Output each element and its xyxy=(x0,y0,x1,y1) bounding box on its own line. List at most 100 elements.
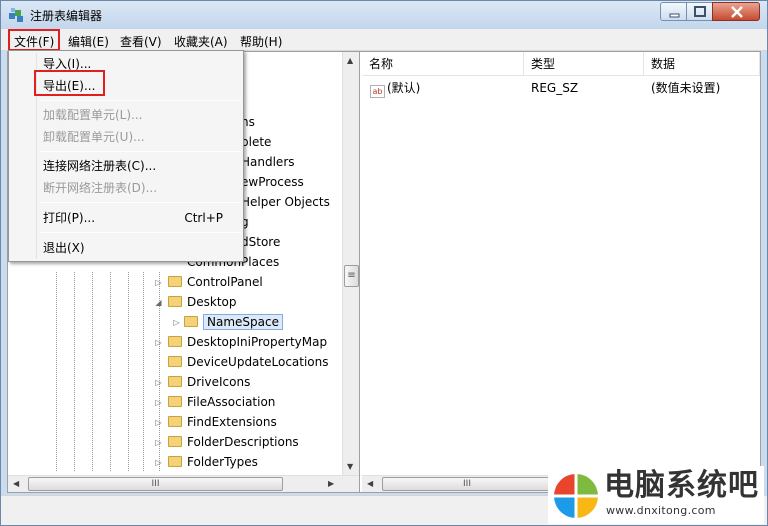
registry-editor-icon xyxy=(9,8,23,22)
tree-item[interactable]: Handlers xyxy=(241,152,295,172)
scroll-left-arrow-icon[interactable]: ◀ xyxy=(367,479,373,488)
folder-icon xyxy=(168,456,182,467)
folder-icon xyxy=(168,416,182,427)
tree-guide-line xyxy=(92,272,93,472)
tree-item[interactable]: DriveIcons xyxy=(168,372,250,392)
maximize-button[interactable] xyxy=(686,2,713,21)
tree-item[interactable]: plete xyxy=(241,132,271,152)
folder-icon xyxy=(168,356,182,367)
menu-item-disconnect-network-registry[interactable]: 断开网络注册表(D)... xyxy=(11,177,241,199)
menu-item-label: 打印(P)... xyxy=(43,211,96,225)
tree-item[interactable]: DesktopIniPropertyMap xyxy=(168,332,327,352)
column-header-type[interactable]: 类型 xyxy=(524,52,644,76)
scroll-up-arrow-icon[interactable]: ▲ xyxy=(347,56,353,65)
window-title: 注册表编辑器 xyxy=(30,9,103,23)
expand-arrow-icon[interactable]: ▷ xyxy=(172,318,181,327)
scroll-grip: III xyxy=(151,479,160,489)
tree-item[interactable]: Desktop xyxy=(168,292,237,312)
tree-item[interactable]: DeviceUpdateLocations xyxy=(168,352,329,372)
folder-icon xyxy=(168,396,182,407)
tree-item[interactable]: FileAssociation xyxy=(168,392,275,412)
menu-item-label: 退出(X) xyxy=(43,241,85,255)
close-button[interactable] xyxy=(712,2,760,21)
folder-icon xyxy=(184,316,198,327)
folder-icon xyxy=(168,436,182,447)
menu-separator xyxy=(39,151,241,152)
tree-item[interactable]: Helper Objects xyxy=(241,192,330,212)
windows-logo-icon xyxy=(554,474,598,518)
scroll-down-arrow-icon[interactable]: ▼ xyxy=(347,462,353,471)
value-data: (数值未设置) xyxy=(651,81,721,95)
expand-arrow-icon[interactable]: ▷ xyxy=(154,418,163,427)
expand-arrow-icon[interactable]: ▷ xyxy=(154,378,163,387)
tree-item-label: FolderTypes xyxy=(187,455,258,469)
expand-arrow-icon[interactable]: ▷ xyxy=(154,458,163,467)
tree-item-label: NameSpace xyxy=(203,314,283,330)
value-row-name[interactable]: ab (默认) xyxy=(370,78,520,98)
collapse-arrow-icon[interactable]: ◢ xyxy=(154,298,163,307)
tree-item-label: ControlPanel xyxy=(187,275,263,289)
watermark-text: 电脑系统吧 xyxy=(604,468,759,503)
menu-view[interactable]: 查看(V) xyxy=(115,31,167,49)
menu-separator xyxy=(39,202,241,203)
menu-item-label: 卸载配置单元(U)... xyxy=(43,130,145,144)
column-header-data[interactable]: 数据 xyxy=(644,52,760,76)
title-bar[interactable]: 注册表编辑器 xyxy=(1,1,767,29)
tree-item-label: DeviceUpdateLocations xyxy=(187,355,329,369)
menu-item-exit[interactable]: 退出(X) xyxy=(11,237,241,259)
scroll-grip: III xyxy=(463,479,471,489)
export-highlight-box xyxy=(34,70,105,96)
folder-icon xyxy=(168,296,182,307)
minimize-button[interactable] xyxy=(660,2,687,21)
folder-icon xyxy=(168,376,182,387)
expand-arrow-icon[interactable]: ▷ xyxy=(154,278,163,287)
value-name: (默认) xyxy=(387,81,421,95)
scroll-left-arrow-icon[interactable]: ◀ xyxy=(13,479,19,488)
minimize-icon xyxy=(669,13,680,18)
menu-item-shortcut: Ctrl+P xyxy=(184,211,223,225)
tree-guide-line xyxy=(110,272,111,472)
expand-arrow-icon[interactable]: ▷ xyxy=(154,338,163,347)
column-header-name[interactable]: 名称 xyxy=(362,52,524,76)
tree-vertical-scrollbar[interactable]: ▲ ≡ ▼ xyxy=(342,52,359,475)
menu-help[interactable]: 帮助(H) xyxy=(235,31,287,49)
folder-icon xyxy=(168,336,182,347)
string-value-icon: ab xyxy=(370,85,385,98)
menu-item-print[interactable]: 打印(P)... Ctrl+P xyxy=(11,207,241,229)
tree-item-selected[interactable]: NameSpace xyxy=(184,312,283,332)
tree-item[interactable]: FindExtensions xyxy=(168,412,277,432)
menu-item-label: 加载配置单元(L)... xyxy=(43,108,143,122)
close-icon xyxy=(731,6,743,18)
tree-item-label: Desktop xyxy=(187,295,237,309)
menu-item-unload-hive[interactable]: 卸载配置单元(U)... xyxy=(11,126,241,148)
expand-arrow-icon[interactable]: ▷ xyxy=(154,398,163,407)
menu-favorites[interactable]: 收藏夹(A) xyxy=(169,31,233,49)
tree-item-label: DriveIcons xyxy=(187,375,251,389)
watermark-url: www.dnxitong.com xyxy=(606,504,716,517)
tree-item[interactable]: FolderDescriptions xyxy=(168,432,299,452)
menu-edit[interactable]: 编辑(E) xyxy=(63,31,114,49)
tree-guide-line xyxy=(143,272,144,472)
value-type: REG_SZ xyxy=(531,81,579,95)
tree-guide-line xyxy=(74,272,75,472)
tree-item-label: DesktopIniPropertyMap xyxy=(187,335,328,349)
menu-separator xyxy=(39,100,241,101)
tree-item[interactable]: ewProcess xyxy=(241,172,304,192)
menu-item-label: 连接网络注册表(C)... xyxy=(43,159,157,173)
tree-guide-line xyxy=(128,272,129,472)
tree-horizontal-scroll-thumb[interactable]: III xyxy=(28,477,283,491)
tree-vertical-scroll-thumb[interactable]: ≡ xyxy=(344,265,359,287)
menu-file[interactable]: 文件(F) xyxy=(8,29,61,51)
list-horizontal-scroll-thumb[interactable]: III xyxy=(382,477,552,491)
tree-item[interactable]: ControlPanel xyxy=(168,272,263,292)
tree-item-label: FindExtensions xyxy=(187,415,277,429)
menu-item-connect-network-registry[interactable]: 连接网络注册表(C)... xyxy=(11,155,241,177)
tree-item[interactable]: FolderTypes xyxy=(168,452,258,472)
scroll-right-arrow-icon[interactable]: ▶ xyxy=(328,479,334,488)
folder-icon xyxy=(168,276,182,287)
expand-arrow-icon[interactable]: ▷ xyxy=(154,438,163,447)
tree-horizontal-scrollbar[interactable]: ◀ III ▶ xyxy=(8,475,359,492)
value-list-pane[interactable]: 名称 类型 数据 ab (默认) REG_SZ (数值未设置) ◀ III xyxy=(362,52,760,492)
menu-item-load-hive[interactable]: 加载配置单元(L)... xyxy=(11,104,241,126)
tree-item[interactable]: dStore xyxy=(241,232,280,252)
